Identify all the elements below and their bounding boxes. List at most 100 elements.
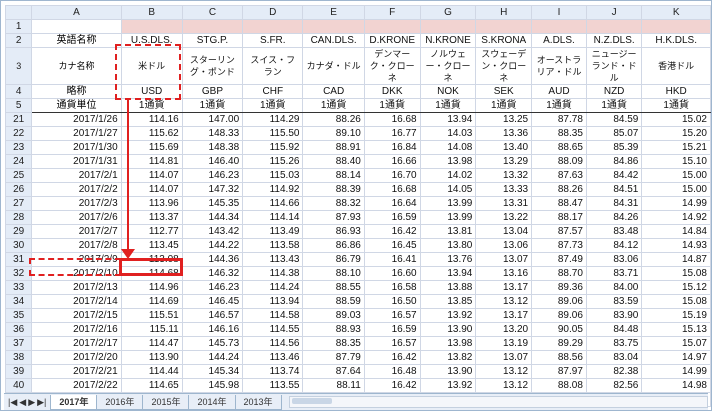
rate-cell[interactable]: 13.90 [419,364,477,379]
rate-cell[interactable]: 114.29 [242,112,304,127]
row-header[interactable]: 22 [4,126,33,141]
rate-cell[interactable]: 14.03 [419,126,477,141]
rate-cell[interactable]: 13.25 [475,112,533,127]
rate-cell[interactable]: 87.79 [302,350,365,365]
rate-cell[interactable]: 115.92 [242,140,304,155]
rate-cell[interactable]: 114.92 [242,182,304,197]
cell[interactable] [641,19,711,34]
rate-cell[interactable]: 115.69 [120,140,183,155]
rate-cell[interactable]: 13.06 [475,238,533,253]
rate-cell[interactable]: 87.93 [302,210,365,225]
cell[interactable]: HKD [641,84,711,99]
rate-cell[interactable]: 13.12 [475,378,533,393]
row-header[interactable]: 36 [4,322,33,337]
rate-cell[interactable]: 82.38 [585,364,643,379]
rate-cell[interactable]: 89.06 [531,308,587,323]
rate-cell[interactable]: 16.84 [363,140,421,155]
cell[interactable]: スウェーデン・クローネ [475,47,533,85]
rate-cell[interactable]: 115.11 [120,322,183,337]
column-header-a[interactable]: A [31,5,122,20]
row-header[interactable]: 1 [4,19,33,34]
rate-cell[interactable]: 146.16 [181,322,244,337]
date-cell[interactable]: 2017/2/14 [31,294,122,309]
rate-cell[interactable]: 147.32 [181,182,244,197]
rate-cell[interactable]: 13.17 [475,308,533,323]
rate-cell[interactable]: 114.44 [120,364,183,379]
rate-cell[interactable]: 88.59 [302,294,365,309]
rate-cell[interactable]: 13.88 [419,280,477,295]
cell[interactable]: CHF [242,84,304,99]
rate-cell[interactable]: 144.36 [181,252,244,267]
rate-cell[interactable]: 88.93 [302,322,365,337]
rate-cell[interactable]: 86.86 [302,238,365,253]
rate-cell[interactable]: 85.39 [585,140,643,155]
rate-cell[interactable]: 112.77 [120,224,183,239]
rate-cell[interactable]: 14.05 [419,182,477,197]
rate-cell[interactable]: 14.92 [641,210,711,225]
cell[interactable] [475,19,533,34]
rate-cell[interactable]: 89.06 [531,294,587,309]
cell[interactable]: CAD [302,84,365,99]
rate-cell[interactable]: 13.12 [475,364,533,379]
cell[interactable]: カナダ・ドル [302,47,365,85]
rate-cell[interactable]: 145.98 [181,378,244,393]
cell-abbrev-label[interactable]: 略称 [31,84,122,99]
column-header-f[interactable]: F [363,5,421,20]
rate-cell[interactable]: 16.59 [363,210,421,225]
rate-cell[interactable]: 114.96 [120,280,183,295]
cell[interactable]: N.Z.DLS. [585,33,643,48]
cell[interactable]: 1通貨 [531,98,587,113]
rate-cell[interactable]: 13.04 [475,224,533,239]
date-cell[interactable]: 2017/1/30 [31,140,122,155]
rate-cell[interactable]: 14.02 [419,168,477,183]
rate-cell[interactable]: 13.29 [475,154,533,169]
rate-cell[interactable]: 146.40 [181,154,244,169]
row-header[interactable]: 4 [4,84,33,99]
column-header-e[interactable]: E [302,5,365,20]
rate-cell[interactable]: 16.42 [363,378,421,393]
rate-cell[interactable]: 144.22 [181,238,244,253]
rate-cell[interactable]: 14.87 [641,252,711,267]
column-header-k[interactable]: K [641,5,711,20]
rate-cell[interactable]: 14.08 [419,140,477,155]
date-cell[interactable]: 2017/2/21 [31,364,122,379]
rate-cell[interactable]: 13.99 [419,210,477,225]
horizontal-scrollbar[interactable] [288,396,708,408]
rate-cell[interactable]: 13.16 [475,266,533,281]
rate-cell[interactable]: 144.24 [181,350,244,365]
first-sheet-icon[interactable]: |◀ [8,397,17,408]
row-header[interactable]: 2 [4,33,33,48]
rate-cell[interactable]: 87.78 [531,112,587,127]
rate-cell[interactable]: 13.92 [419,308,477,323]
date-cell[interactable]: 2017/2/16 [31,322,122,337]
row-header[interactable]: 40 [4,378,33,393]
cell[interactable] [419,19,477,34]
rate-cell[interactable]: 88.47 [531,196,587,211]
date-cell[interactable]: 2017/1/26 [31,112,122,127]
rate-cell[interactable]: 114.55 [242,322,304,337]
date-cell[interactable]: 2017/2/6 [31,210,122,225]
rate-cell[interactable]: 88.35 [302,336,365,351]
rate-cell[interactable]: 83.06 [585,252,643,267]
rate-cell[interactable]: 113.46 [242,350,304,365]
rate-cell[interactable]: 113.58 [242,238,304,253]
next-sheet-icon[interactable]: ▶ [28,397,35,408]
rate-cell[interactable]: 144.34 [181,210,244,225]
rate-cell[interactable]: 13.07 [475,252,533,267]
cell[interactable]: SEK [475,84,533,99]
rate-cell[interactable]: 114.16 [120,112,183,127]
row-header[interactable]: 5 [4,98,33,113]
cell[interactable]: ニュージーランド・ドル [585,47,643,85]
rate-cell[interactable]: 114.47 [120,336,183,351]
rate-cell[interactable]: 84.86 [585,154,643,169]
cell[interactable]: 1通貨 [181,98,244,113]
rate-cell[interactable]: 13.32 [475,168,533,183]
row-header[interactable]: 37 [4,336,33,351]
column-header-j[interactable]: J [585,5,643,20]
rate-cell[interactable]: 89.29 [531,336,587,351]
rate-cell[interactable]: 88.09 [531,154,587,169]
row-header[interactable]: 38 [4,350,33,365]
rate-cell[interactable]: 84.12 [585,238,643,253]
rate-cell[interactable]: 114.38 [242,266,304,281]
rate-cell[interactable]: 14.99 [641,196,711,211]
